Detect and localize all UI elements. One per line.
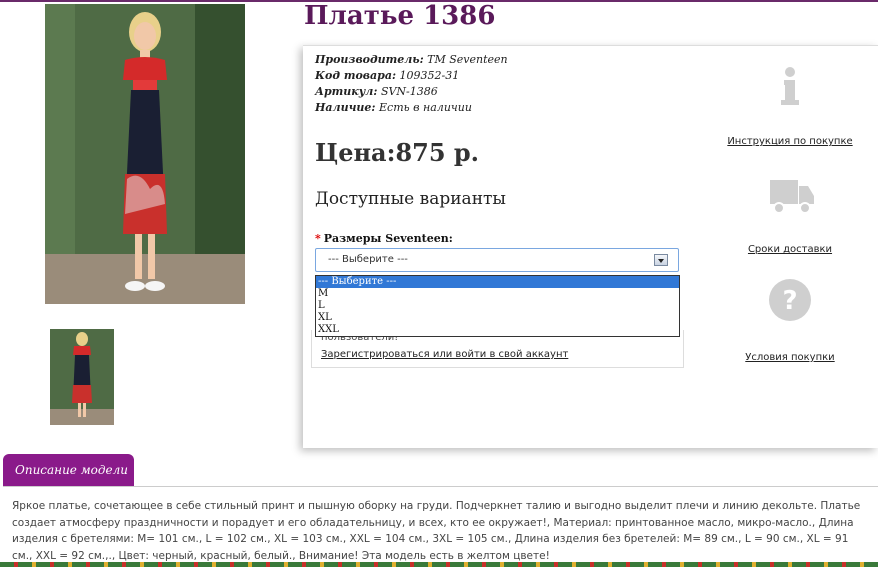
side-link-instruction[interactable]: Инструкция по покупке <box>720 64 860 147</box>
question-icon: ? <box>769 279 811 321</box>
product-main-photo[interactable] <box>45 4 245 304</box>
size-option[interactable]: XXL <box>316 324 679 336</box>
size-option[interactable]: M <box>316 288 679 300</box>
chevron-down-icon[interactable] <box>654 254 668 266</box>
size-option[interactable]: XL <box>316 312 679 324</box>
options-heading: Доступные варианты <box>315 189 506 209</box>
product-thumbnail[interactable] <box>50 329 114 425</box>
size-select-value: --- Выберите --- <box>328 254 408 265</box>
required-mark: * <box>315 232 321 245</box>
size-dropdown-list[interactable]: --- Выберите --- M L XL XXL <box>315 275 680 337</box>
size-select[interactable]: --- Выберите --- <box>315 248 679 272</box>
decorative-garland <box>0 562 878 567</box>
product-info-panel: Производитель: TM Seventeen Код товара: … <box>303 45 878 448</box>
size-label-text: Размеры Seventeen: <box>323 232 453 245</box>
meta-manufacturer: Производитель: TM Seventeen <box>315 52 508 68</box>
tab-description-label: Описание модели <box>15 463 128 477</box>
side-link-delivery[interactable]: Сроки доставки <box>720 174 860 255</box>
delivery-link[interactable]: Сроки доставки <box>720 244 860 255</box>
meta-value: 109352-31 <box>399 69 460 82</box>
tab-description[interactable]: Описание модели <box>3 454 134 486</box>
size-label: * Размеры Seventeen: <box>315 232 453 245</box>
meta-label: Артикул: <box>315 85 378 98</box>
meta-code: Код товара: 109352-31 <box>315 68 508 84</box>
product-meta: Производитель: TM Seventeen Код товара: … <box>315 52 508 116</box>
description-text: Яркое платье, сочетающее в себе стильный… <box>12 500 861 562</box>
info-icon <box>781 67 799 105</box>
size-option[interactable]: L <box>316 300 679 312</box>
terms-link[interactable]: Условия покупки <box>720 352 860 363</box>
meta-label: Производитель: <box>315 53 424 66</box>
truck-icon <box>770 180 814 214</box>
meta-article: Артикул: SVN-1386 <box>315 84 508 100</box>
meta-label: Наличие: <box>315 101 376 114</box>
meta-value: TM Seventeen <box>427 53 508 66</box>
side-link-terms[interactable]: ? Условия покупки <box>720 278 860 363</box>
size-option[interactable]: --- Выберите --- <box>316 276 679 288</box>
meta-value: Есть в наличии <box>379 101 472 114</box>
svg-text:?: ? <box>782 286 797 316</box>
product-title: Платье 1386 <box>304 1 496 31</box>
meta-availability: Наличие: Есть в наличии <box>315 100 508 116</box>
register-login-link[interactable]: Зарегистрироваться или войти в свой акка… <box>321 349 568 360</box>
meta-value: SVN-1386 <box>380 85 438 98</box>
meta-label: Код товара: <box>315 69 397 82</box>
instruction-link[interactable]: Инструкция по покупке <box>720 136 860 147</box>
product-price: Цена:875 р. <box>315 138 480 167</box>
description-body: Яркое платье, сочетающее в себе стильный… <box>3 486 878 568</box>
